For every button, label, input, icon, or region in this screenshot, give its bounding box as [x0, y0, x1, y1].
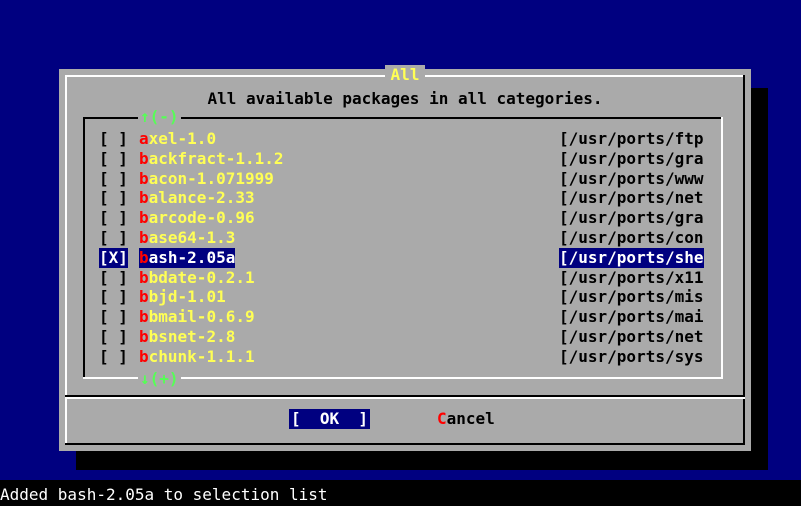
package-checkbox[interactable]: [ ]: [99, 208, 128, 228]
list-item[interactable]: [ ] bbdate-0.2.1 [/usr/ports/x11: [99, 268, 719, 288]
package-hotkey: b: [139, 227, 149, 247]
package-list: [ ] axel-1.0 [/usr/ports/ftp[ ] backfract-1…: [99, 129, 719, 367]
package-name-rest: ase64-1.3: [148, 227, 236, 247]
package-hotkey: b: [139, 326, 149, 346]
package-path: [/usr/ports/mis: [559, 287, 704, 307]
package-path: [/usr/ports/x11: [559, 267, 704, 287]
cancel-hotkey: C: [437, 409, 447, 428]
package-name-rest: ackfract-1.1.2: [148, 148, 284, 168]
package-checkbox[interactable]: [ ]: [99, 327, 128, 347]
list-item[interactable]: [ ] bbjd-1.01 [/usr/ports/mis: [99, 287, 719, 307]
package-name: base64-1.3: [139, 228, 235, 248]
list-item[interactable]: [ ] axel-1.0 [/usr/ports/ftp: [99, 129, 719, 149]
status-line: Added bash-2.05a to selection list: [0, 485, 328, 504]
scroll-up-indicator[interactable]: ↑(-): [138, 109, 181, 125]
list-item[interactable]: [ ] base64-1.3 [/usr/ports/con: [99, 228, 719, 248]
list-item[interactable]: [ ] barcode-0.96 [/usr/ports/gra: [99, 208, 719, 228]
package-name: balance-2.33: [139, 188, 255, 208]
package-hotkey: b: [139, 168, 149, 188]
package-hotkey: b: [139, 148, 149, 168]
dialog-border-bottom: [65, 443, 745, 445]
list-item[interactable]: [ ] bchunk-1.1.1 [/usr/ports/sys: [99, 347, 719, 367]
list-item[interactable]: [ ] bbsnet-2.8 [/usr/ports/net: [99, 327, 719, 347]
list-item[interactable]: [ ] bacon-1.071999 [/usr/ports/www: [99, 169, 719, 189]
list-item[interactable]: [ ] balance-2.33 [/usr/ports/net: [99, 188, 719, 208]
package-path: [/usr/ports/www: [559, 168, 704, 188]
package-hotkey: b: [139, 267, 149, 287]
package-hotkey: b: [139, 287, 149, 307]
package-path: [/usr/ports/net: [559, 188, 704, 208]
package-checkbox[interactable]: [ ]: [99, 129, 128, 149]
package-hotkey: b: [139, 346, 149, 366]
package-name-rest: bjd-1.01: [148, 287, 226, 307]
package-name: bbjd-1.01: [139, 287, 226, 307]
package-hotkey: b: [139, 307, 149, 327]
cancel-label: ancel: [446, 409, 495, 428]
package-name: bbsnet-2.8: [139, 327, 235, 347]
package-path: [/usr/ports/gra: [559, 208, 704, 228]
package-name: bchunk-1.1.1: [139, 347, 255, 367]
list-item[interactable]: [X] bash-2.05a [/usr/ports/she: [99, 247, 719, 268]
package-path: [/usr/ports/con: [559, 227, 704, 247]
package-checkbox[interactable]: [ ]: [99, 169, 128, 189]
package-checkbox[interactable]: [ ]: [99, 149, 128, 169]
package-name-rest: arcode-0.96: [148, 208, 255, 228]
scroll-down-indicator[interactable]: ↓(+): [138, 371, 181, 387]
package-name-rest: acon-1.071999: [148, 168, 274, 188]
package-name-rest: bsnet-2.8: [148, 326, 236, 346]
package-path: [/usr/ports/she: [559, 247, 704, 268]
dialog-border-right: [743, 75, 745, 445]
package-checkbox[interactable]: [ ]: [99, 347, 128, 367]
dialog-prompt: All available packages in all categories…: [207, 89, 603, 108]
package-name-rest: alance-2.33: [148, 188, 255, 208]
list-item[interactable]: [ ] bbmail-0.6.9 [/usr/ports/mai: [99, 307, 719, 327]
package-name: bbdate-0.2.1: [139, 268, 255, 288]
ok-button[interactable]: [ OK ]: [289, 409, 371, 429]
package-name-rest: bmail-0.6.9: [148, 307, 255, 327]
package-hotkey: b: [139, 247, 149, 267]
package-path: [/usr/ports/gra: [559, 148, 704, 168]
package-path: [/usr/ports/mai: [559, 307, 704, 327]
button-separator-light: [65, 397, 745, 399]
cancel-button[interactable]: Cancel: [437, 409, 495, 429]
package-name: barcode-0.96: [139, 208, 255, 228]
package-name-rest: bdate-0.2.1: [148, 267, 255, 287]
package-name: bacon-1.071999: [139, 169, 274, 189]
list-frame-right: [721, 117, 723, 379]
dialog-title: All: [59, 65, 751, 84]
package-name: bbmail-0.6.9: [139, 307, 255, 327]
package-name: bash-2.05a: [139, 247, 236, 268]
dialog-border-left: [65, 75, 67, 445]
list-frame-left: [83, 117, 85, 379]
package-path: [/usr/ports/ftp: [559, 129, 704, 148]
package-checkbox[interactable]: [ ]: [99, 228, 128, 248]
package-hotkey: a: [139, 129, 149, 148]
package-name-rest: xel-1.0: [148, 129, 217, 148]
package-checkbox[interactable]: [ ]: [99, 188, 128, 208]
package-checkbox[interactable]: [ ]: [99, 287, 128, 307]
package-name-rest: chunk-1.1.1: [148, 346, 255, 366]
list-item[interactable]: [ ] backfract-1.1.2 [/usr/ports/gra: [99, 149, 719, 169]
package-name: axel-1.0: [139, 129, 216, 149]
package-hotkey: b: [139, 208, 149, 228]
package-checkbox[interactable]: [ ]: [99, 307, 128, 327]
package-path: [/usr/ports/net: [559, 326, 704, 346]
package-selection-dialog: All All available packages in all catego…: [59, 65, 751, 451]
package-checkbox[interactable]: [ ]: [99, 268, 128, 288]
package-checkbox[interactable]: [X]: [99, 247, 128, 268]
package-path: [/usr/ports/sys: [559, 346, 704, 366]
package-name: backfract-1.1.2: [139, 149, 284, 169]
package-hotkey: b: [139, 188, 149, 208]
package-name-rest: ash-2.05a: [148, 247, 236, 267]
